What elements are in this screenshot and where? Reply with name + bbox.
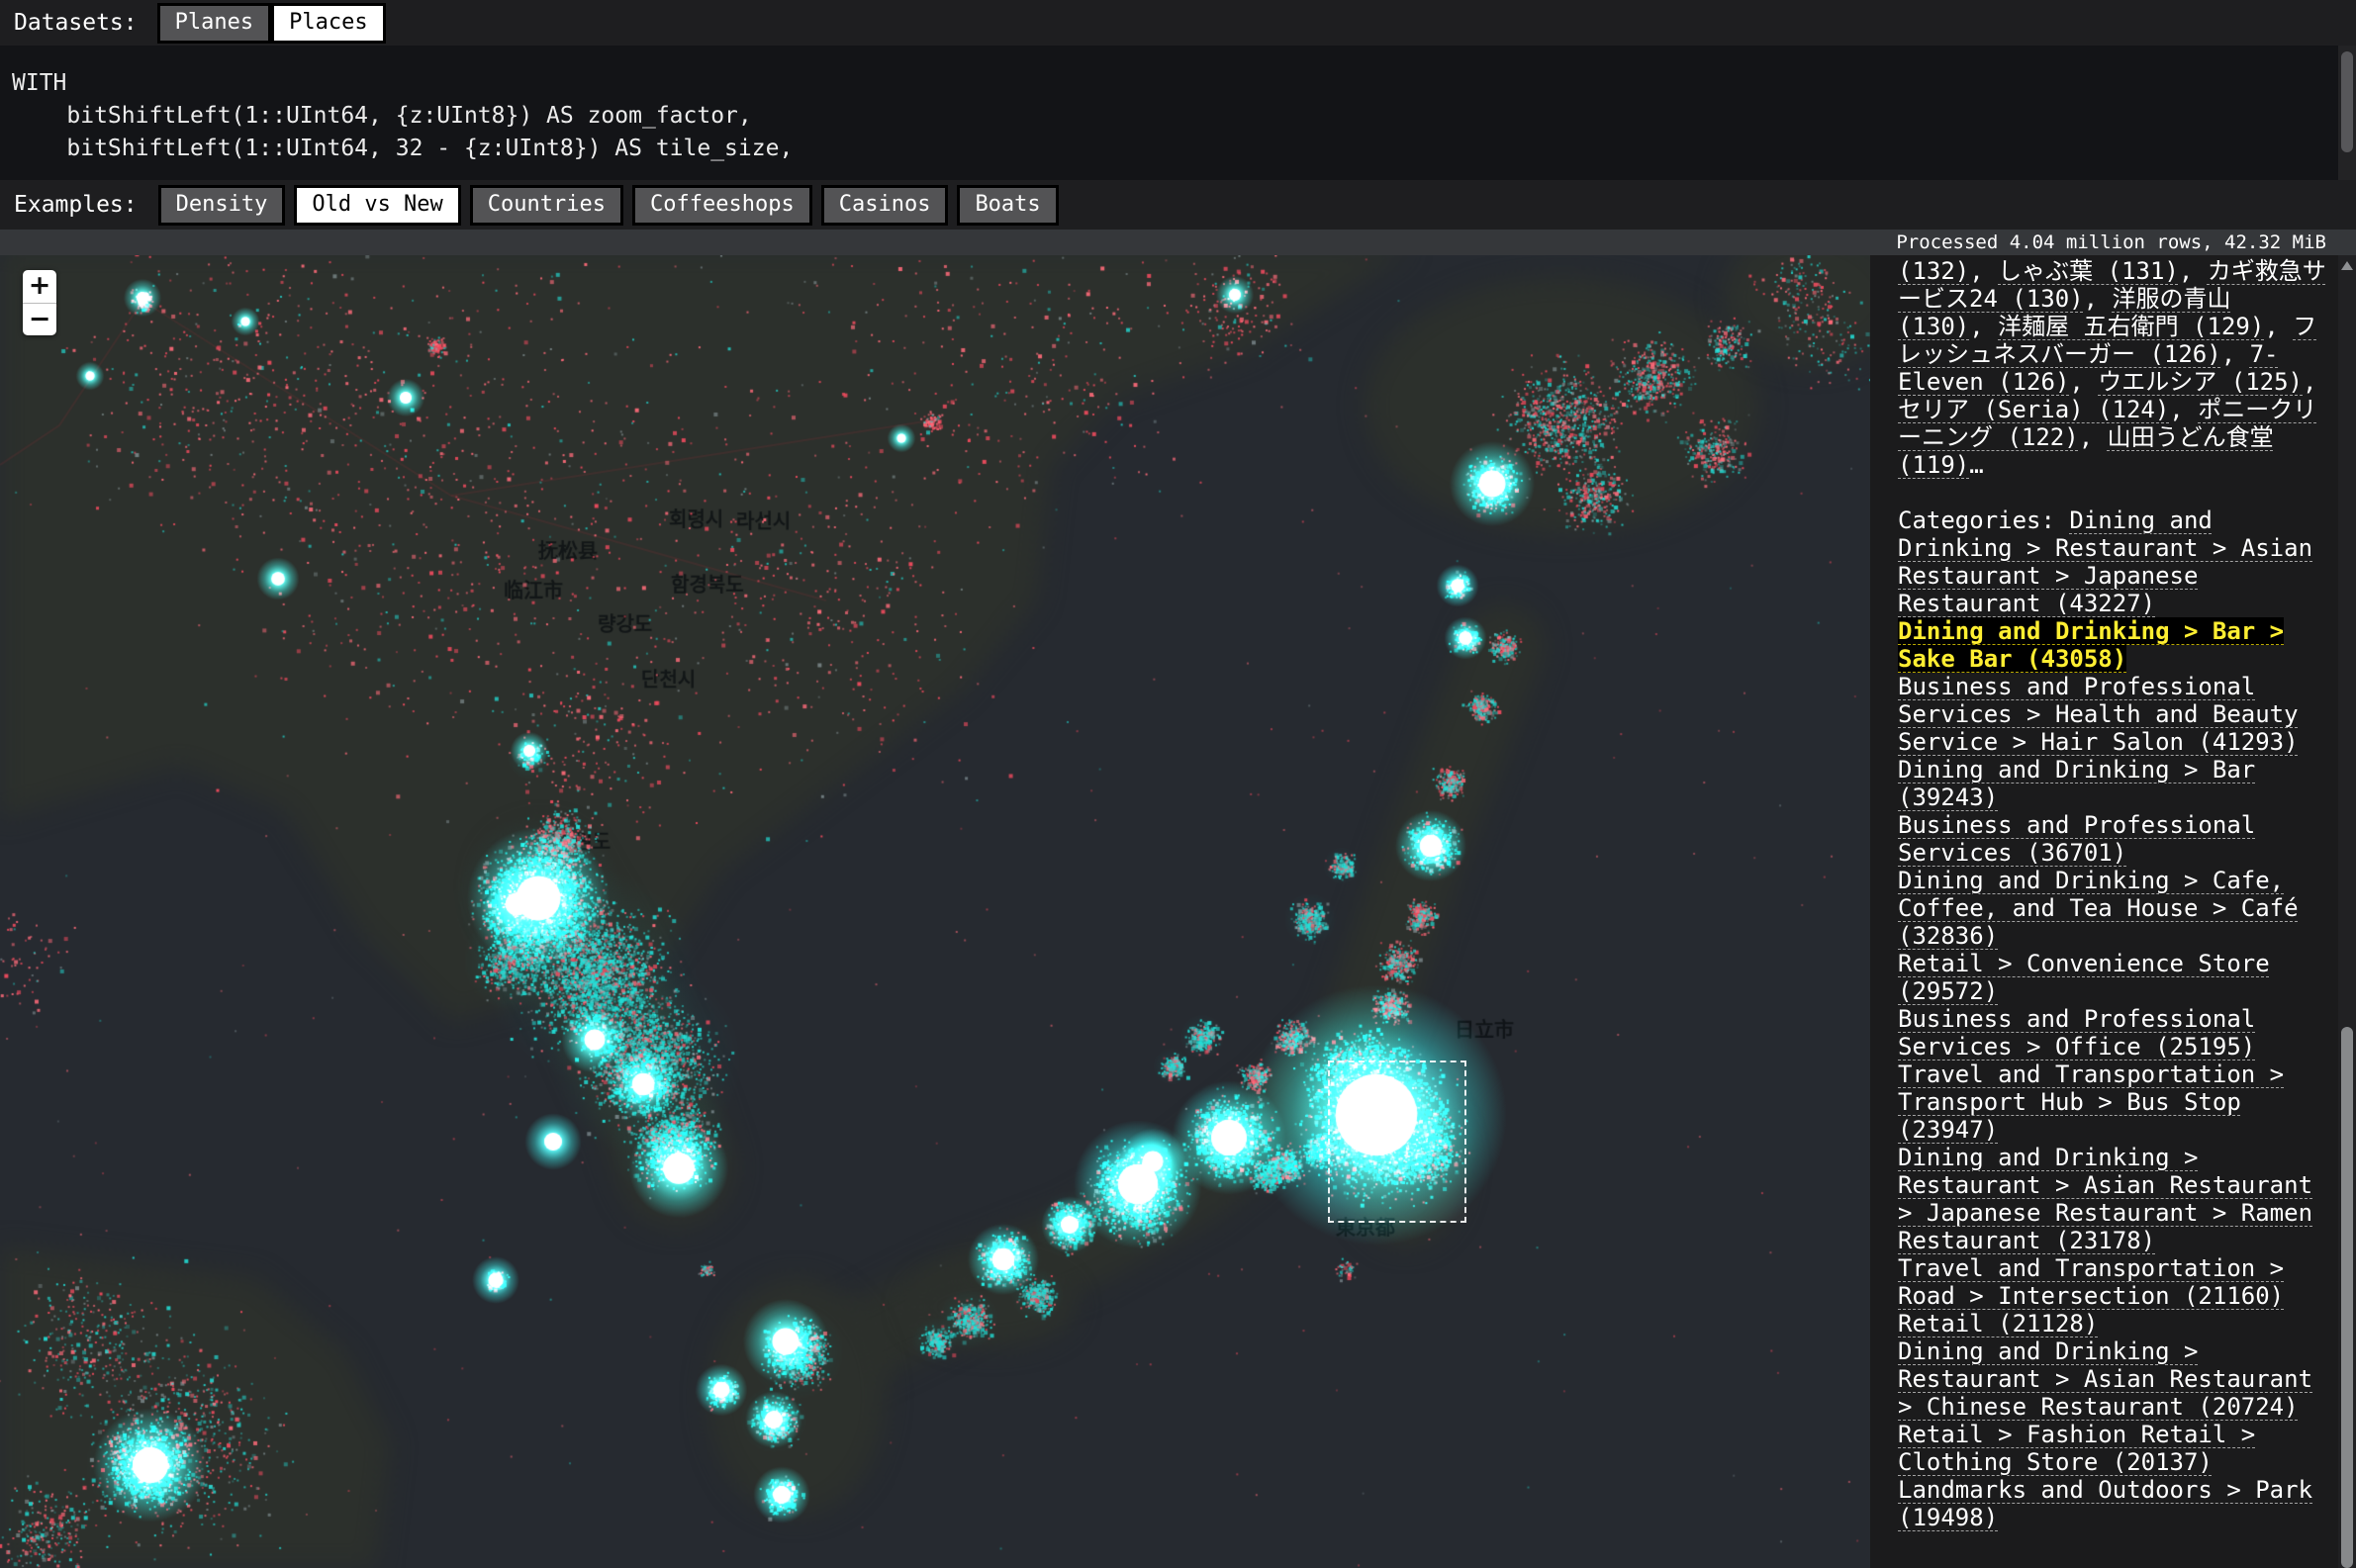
datasets-bar: Datasets: Planes Places: [0, 0, 2356, 46]
category-link[interactable]: Retail > Fashion Retail > Clothing Store…: [1898, 1421, 2255, 1476]
map-zoom-control: + −: [23, 270, 56, 335]
selection-box[interactable]: [1328, 1061, 1466, 1223]
query-stats-bar: Processed 4.04 million rows, 42.32 MiB: [0, 230, 2356, 255]
examples-label: Examples:: [14, 192, 138, 218]
query-stats-text: Processed 4.04 million rows, 42.32 MiB: [1896, 231, 2326, 253]
brand-link[interactable]: ウエルシア (125): [2098, 368, 2303, 396]
category-link[interactable]: Business and Professional Services > Off…: [1898, 1005, 2255, 1061]
zoom-out-button[interactable]: −: [23, 303, 56, 335]
category-link[interactable]: Dining and Drinking > Bar (39243): [1898, 756, 2255, 811]
app-window: Datasets: Planes Places WITH bitShiftLef…: [0, 0, 2356, 1568]
category-link[interactable]: Dining and Drinking > Cafe, Coffee, and …: [1898, 867, 2299, 950]
page-scrollbar[interactable]: [2338, 255, 2356, 1568]
page-scrollbar-thumb[interactable]: [2341, 1027, 2353, 1568]
category-link[interactable]: Dining and Drinking > Restaurant > Asian…: [1898, 1337, 2312, 1421]
zoom-in-button[interactable]: +: [23, 270, 56, 303]
example-button-casinos[interactable]: Casinos: [821, 185, 949, 226]
category-link[interactable]: Business and Professional Services (3670…: [1898, 811, 2255, 867]
example-button-boats[interactable]: Boats: [957, 185, 1058, 226]
top-names-list: (132), しゃぶ葉 (131), カギ救急サービス24 (130), 洋服の…: [1898, 257, 2326, 479]
category-link[interactable]: Retail > Convenience Store (29572): [1898, 950, 2270, 1005]
datasets-buttons: Planes Places: [157, 3, 386, 44]
dataset-button-planes[interactable]: Planes: [157, 3, 271, 44]
category-link[interactable]: Travel and Transportation > Transport Hu…: [1898, 1061, 2284, 1144]
example-button-old-vs-new[interactable]: Old vs New: [294, 185, 460, 226]
sql-line: WITH: [12, 67, 2326, 100]
scroll-up-arrow-icon[interactable]: [2341, 261, 2353, 270]
category-link[interactable]: Retail (21128): [1898, 1310, 2098, 1337]
example-button-density[interactable]: Density: [158, 185, 286, 226]
sql-line: bitShiftLeft(1::UInt64, {z:UInt8}) AS zo…: [12, 100, 2326, 133]
code-editor-scrollbar[interactable]: [2338, 46, 2356, 180]
map[interactable]: + − (132), しゃぶ葉 (131), カギ救急サービス24 (130),…: [0, 255, 2356, 1568]
results-panel: (132), しゃぶ葉 (131), カギ救急サービス24 (130), 洋服の…: [1870, 255, 2338, 1568]
datasets-label: Datasets:: [14, 10, 138, 36]
brand-link[interactable]: 洋麺屋 五右衛門 (129): [1998, 313, 2264, 340]
code-scrollbar-thumb[interactable]: [2341, 51, 2353, 152]
category-link[interactable]: Landmarks and Outdoors > Park (19498): [1898, 1476, 2312, 1531]
examples-bar: Examples: Density Old vs New Countries C…: [0, 180, 2356, 230]
brand-link[interactable]: (132): [1898, 257, 1969, 285]
example-button-countries[interactable]: Countries: [470, 185, 623, 226]
category-link[interactable]: Travel and Transportation > Road > Inter…: [1898, 1254, 2284, 1310]
brand-link[interactable]: セリア (Seria) (124): [1898, 396, 2169, 423]
example-button-coffeeshops[interactable]: Coffeeshops: [632, 185, 812, 226]
category-link[interactable]: Dining and Drinking > Restaurant > Asian…: [1898, 1144, 2312, 1254]
sql-editor[interactable]: WITH bitShiftLeft(1::UInt64, {z:UInt8}) …: [0, 46, 2356, 180]
category-link[interactable]: Dining and Drinking > Bar > Sake Bar (43…: [1898, 617, 2284, 673]
category-link[interactable]: Business and Professional Services > Hea…: [1898, 673, 2299, 756]
dataset-button-places[interactable]: Places: [271, 3, 385, 44]
categories-list: Categories: Dining and Drinking > Restau…: [1898, 507, 2326, 1531]
categories-label: Categories:: [1898, 507, 2069, 534]
brand-link[interactable]: しゃぶ葉 (131): [1998, 257, 2179, 285]
sql-line: bitShiftLeft(1::UInt64, 32 - {z:UInt8}) …: [12, 133, 2326, 165]
